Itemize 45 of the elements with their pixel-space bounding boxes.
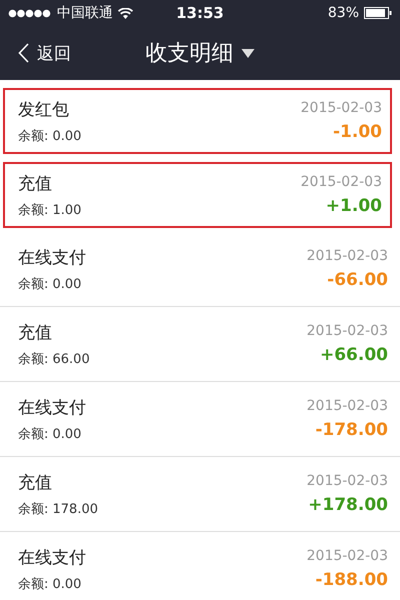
- amount-text: -188.00: [315, 570, 388, 590]
- record-name: 在线支付: [18, 396, 86, 418]
- record-date: 2015-02-03: [306, 398, 388, 414]
- chevron-left-icon: [18, 43, 29, 63]
- record-date: 2015-02-03: [306, 473, 388, 489]
- record-name: 充值: [18, 172, 53, 194]
- signal-icon: [8, 8, 52, 18]
- balance-text: 余额: 0.00: [18, 576, 82, 592]
- amount-text: -1.00: [333, 122, 382, 142]
- record-name: 充值: [18, 472, 53, 494]
- title-dropdown[interactable]: 收支明细: [146, 38, 254, 68]
- battery-icon: [364, 7, 392, 19]
- amount-text: +66.00: [320, 345, 388, 365]
- balance-text: 余额: 0.00: [18, 128, 82, 144]
- balance-text: 余额: 66.00: [18, 350, 90, 368]
- record-name: 在线支付: [18, 546, 86, 568]
- record-date: 2015-02-03: [300, 100, 382, 116]
- balance-text: 余额: 0.00: [18, 276, 82, 292]
- record-name: 在线支付: [18, 246, 86, 268]
- record-row[interactable]: 在线支付 余额: 0.00 2015-02-03 -66.00: [0, 232, 400, 307]
- amount-text: -178.00: [315, 420, 388, 440]
- record-date: 2015-02-03: [300, 174, 382, 190]
- wifi-icon: [118, 8, 133, 18]
- record-name: 发红包: [18, 98, 70, 120]
- record-row[interactable]: 充值 余额: 178.00 2015-02-03 +178.00: [0, 457, 400, 532]
- carrier-name: 中国联通: [57, 4, 113, 22]
- record-row[interactable]: 在线支付 余额: 0.00 2015-02-03 -188.00: [0, 532, 400, 600]
- balance-text: 余额: 1.00: [18, 202, 82, 218]
- amount-text: +1.00: [326, 196, 382, 216]
- battery-percentage: 83%: [328, 5, 359, 21]
- highlighted-record-row[interactable]: 充值 余额: 1.00 2015-02-03 +1.00: [3, 162, 392, 228]
- status-time: 13:53: [176, 4, 224, 22]
- record-row[interactable]: 充值 余额: 66.00 2015-02-03 +66.00: [0, 307, 400, 382]
- dropdown-triangle-icon: [242, 48, 254, 58]
- balance-text: 余额: 0.00: [18, 426, 82, 442]
- record-date: 2015-02-03: [306, 548, 388, 564]
- amount-text: +178.00: [308, 495, 388, 515]
- balance-text: 余额: 178.00: [18, 500, 98, 518]
- amount-text: -66.00: [327, 270, 388, 290]
- record-row[interactable]: 在线支付 余额: 0.00 2015-02-03 -178.00: [0, 382, 400, 457]
- record-date: 2015-02-03: [306, 248, 388, 264]
- back-button[interactable]: 返回: [18, 42, 71, 64]
- highlighted-record-row[interactable]: 发红包 余额: 0.00 2015-02-03 -1.00: [3, 88, 392, 154]
- record-date: 2015-02-03: [306, 323, 388, 339]
- record-name: 充值: [18, 322, 53, 344]
